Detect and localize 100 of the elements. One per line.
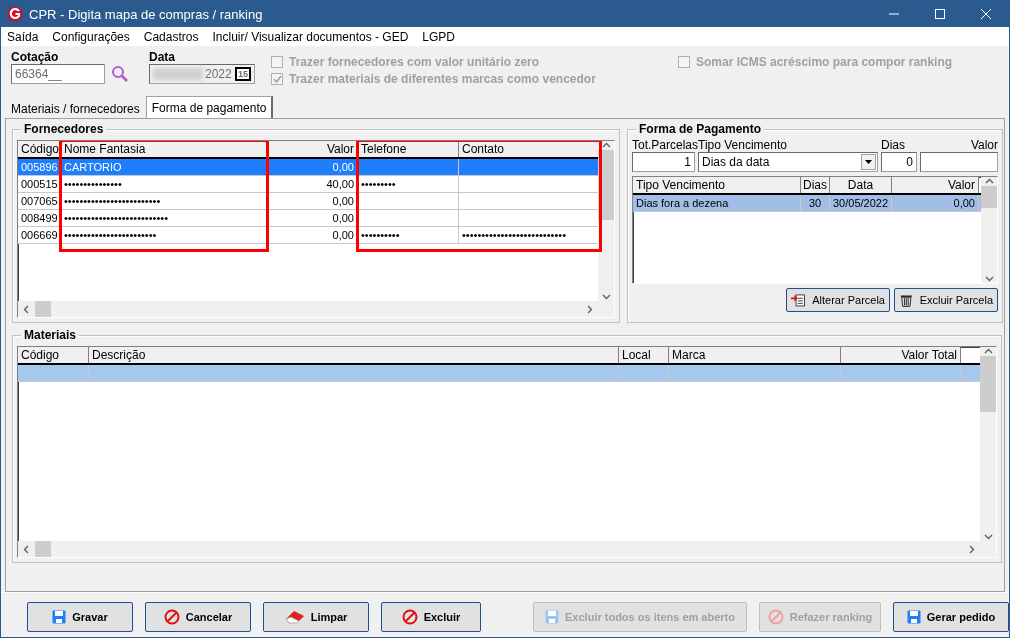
field-label: Cotação [11, 50, 60, 64]
group-title: Fornecedores [21, 122, 107, 136]
table-row[interactable]: 008499 ••••••••••••••••••••••••••• 0,00 [18, 210, 598, 227]
scroll-left-icon[interactable] [22, 304, 31, 314]
group-title: Forma de Pagamento [636, 122, 765, 136]
action-button[interactable]: Limpar [263, 601, 369, 632]
menu-item[interactable]: Cadastros [143, 29, 199, 44]
column-header[interactable]: Local [619, 347, 669, 363]
menu-item[interactable]: Configurações [52, 29, 130, 44]
days-field[interactable]: 0 [881, 152, 917, 172]
scroll-down-icon[interactable] [601, 292, 611, 301]
column-header[interactable]: Dias [801, 177, 830, 193]
column-header[interactable]: Valor Total [841, 347, 961, 363]
column-header[interactable]: Valor [892, 177, 979, 193]
table-row[interactable]: 006669 •••••••••••••••••••••••• 0,00 •••••••••• ••••••••••••••••••••••••••• [18, 227, 598, 244]
tab[interactable]: Forma de pagamento [145, 96, 274, 118]
group-title: Materiais [21, 328, 80, 342]
vertical-scrollbar[interactable] [981, 177, 997, 283]
action-button[interactable]: Gravar [27, 601, 133, 632]
table-cell: CARTORIO [61, 159, 269, 175]
table-cell: 0,00 [892, 195, 979, 211]
search-icon[interactable] [111, 65, 129, 83]
table-cell: ••••••••••••••••••••••••••• [61, 210, 269, 226]
no-entry-icon [401, 608, 418, 625]
value-field[interactable] [920, 152, 998, 172]
close-icon[interactable] [981, 9, 991, 19]
table-cell: ••••••••••••••••••••••••• [61, 193, 269, 209]
table-cell: ••••••••• [358, 176, 459, 192]
calendar-button[interactable]: 15 [235, 67, 251, 81]
column-header[interactable]: Marca [669, 347, 841, 363]
menu-item[interactable]: Incluir/ Visualizar documentos - GED [212, 29, 409, 44]
scrollbar-thumb[interactable] [981, 186, 997, 208]
table-cell: 30 [801, 195, 830, 211]
table-row[interactable]: Dias fora a dezena 30 30/05/2022 0,00 [633, 195, 981, 212]
table-cell: 0,00 [269, 227, 358, 243]
scroll-up-icon[interactable] [601, 141, 611, 150]
column-header[interactable]: Código [18, 141, 61, 157]
scroll-down-icon[interactable] [983, 532, 993, 541]
column-header[interactable]: Código [18, 347, 89, 363]
field-label: Dias [881, 138, 906, 152]
table-cell: 008499 [18, 210, 61, 226]
action-button[interactable]: Cancelar [145, 601, 251, 632]
dropdown-arrow-icon [865, 160, 872, 164]
table-row[interactable]: 000515 ••••••••••••••• 40,00 ••••••••• [18, 176, 598, 193]
table-cell: Dias fora a dezena [633, 195, 801, 211]
scroll-up-icon[interactable] [984, 177, 994, 186]
scroll-right-icon[interactable] [585, 304, 594, 314]
table-cell: 0,00 [269, 159, 358, 175]
action-button[interactable]: Gerar pedido [893, 601, 1009, 632]
column-header[interactable]: Valor [269, 141, 358, 157]
app-logo-icon [7, 6, 23, 22]
table-cell: 000515 [18, 176, 61, 192]
scroll-right-icon[interactable] [967, 544, 976, 554]
table-cell: ••••••••••••••• [61, 176, 269, 192]
vertical-scrollbar[interactable] [980, 347, 996, 541]
horizontal-scrollbar[interactable] [18, 541, 996, 557]
table-cell: 006669 [18, 227, 61, 243]
action-button[interactable]: Excluir [381, 601, 481, 632]
checkbox-label: Trazer materiais de diferentes marcas como vencedor [289, 72, 596, 86]
scroll-left-icon[interactable] [22, 544, 31, 554]
column-header[interactable]: Tipo Vencimento [633, 177, 801, 193]
scrollbar-thumb[interactable] [980, 356, 996, 412]
table-row[interactable]: 007065 ••••••••••••••••••••••••• 0,00 [18, 193, 598, 210]
horizontal-scrollbar[interactable] [18, 301, 614, 317]
quote-field[interactable]: 66364__ [11, 64, 105, 84]
no-entry-icon [767, 608, 784, 625]
scroll-up-icon[interactable] [983, 347, 993, 356]
installments-field[interactable]: 1 [632, 152, 695, 172]
table-cell: 007065 [18, 193, 61, 209]
column-header[interactable]: Descrição [89, 347, 619, 363]
field-label: Valor [969, 138, 998, 152]
installment-button[interactable]: Alterar Parcela [786, 288, 890, 312]
scroll-down-icon[interactable] [984, 274, 994, 283]
installment-button[interactable]: Excluir Parcela [894, 288, 998, 312]
table-cell: 0,00 [269, 193, 358, 209]
field-label: Tipo Vencimento [698, 138, 788, 152]
table-cell: •••••••••• [358, 227, 459, 243]
checkbox-label: Trazer fornecedores com valor unitário zero [289, 55, 540, 69]
table-cell: •••••••••••••••••••••••• [61, 227, 269, 243]
trash-can-icon [899, 292, 914, 308]
column-header[interactable]: Data [830, 177, 892, 193]
eraser-icon [284, 609, 305, 624]
scrollbar-thumb[interactable] [35, 301, 51, 317]
due-type-dropdown[interactable]: Dias da data [698, 152, 878, 172]
window-title: CPR - Digita mapa de compras / ranking [29, 6, 264, 22]
menu-item[interactable]: Saída [7, 29, 39, 44]
vertical-scrollbar[interactable] [598, 141, 614, 301]
table-cell: 30/05/2022 [830, 195, 892, 211]
menu-item[interactable]: LGPD [422, 29, 455, 44]
document-arrow-icon [791, 292, 807, 308]
table-row[interactable]: 005896 CARTORIO 0,00 [18, 159, 598, 176]
scrollbar-thumb[interactable] [35, 541, 51, 557]
no-entry-icon [163, 608, 180, 625]
table-cell: 0,00 [269, 210, 358, 226]
field-label: Data [149, 50, 176, 64]
table-cell: 005896 [18, 159, 61, 175]
checkbox-label: Somar ICMS acréscimo para compor ranking [696, 55, 953, 69]
date-field[interactable]: 2022 15 [149, 64, 255, 84]
maximize-icon[interactable] [935, 9, 945, 19]
table-cell: 40,00 [269, 176, 358, 192]
